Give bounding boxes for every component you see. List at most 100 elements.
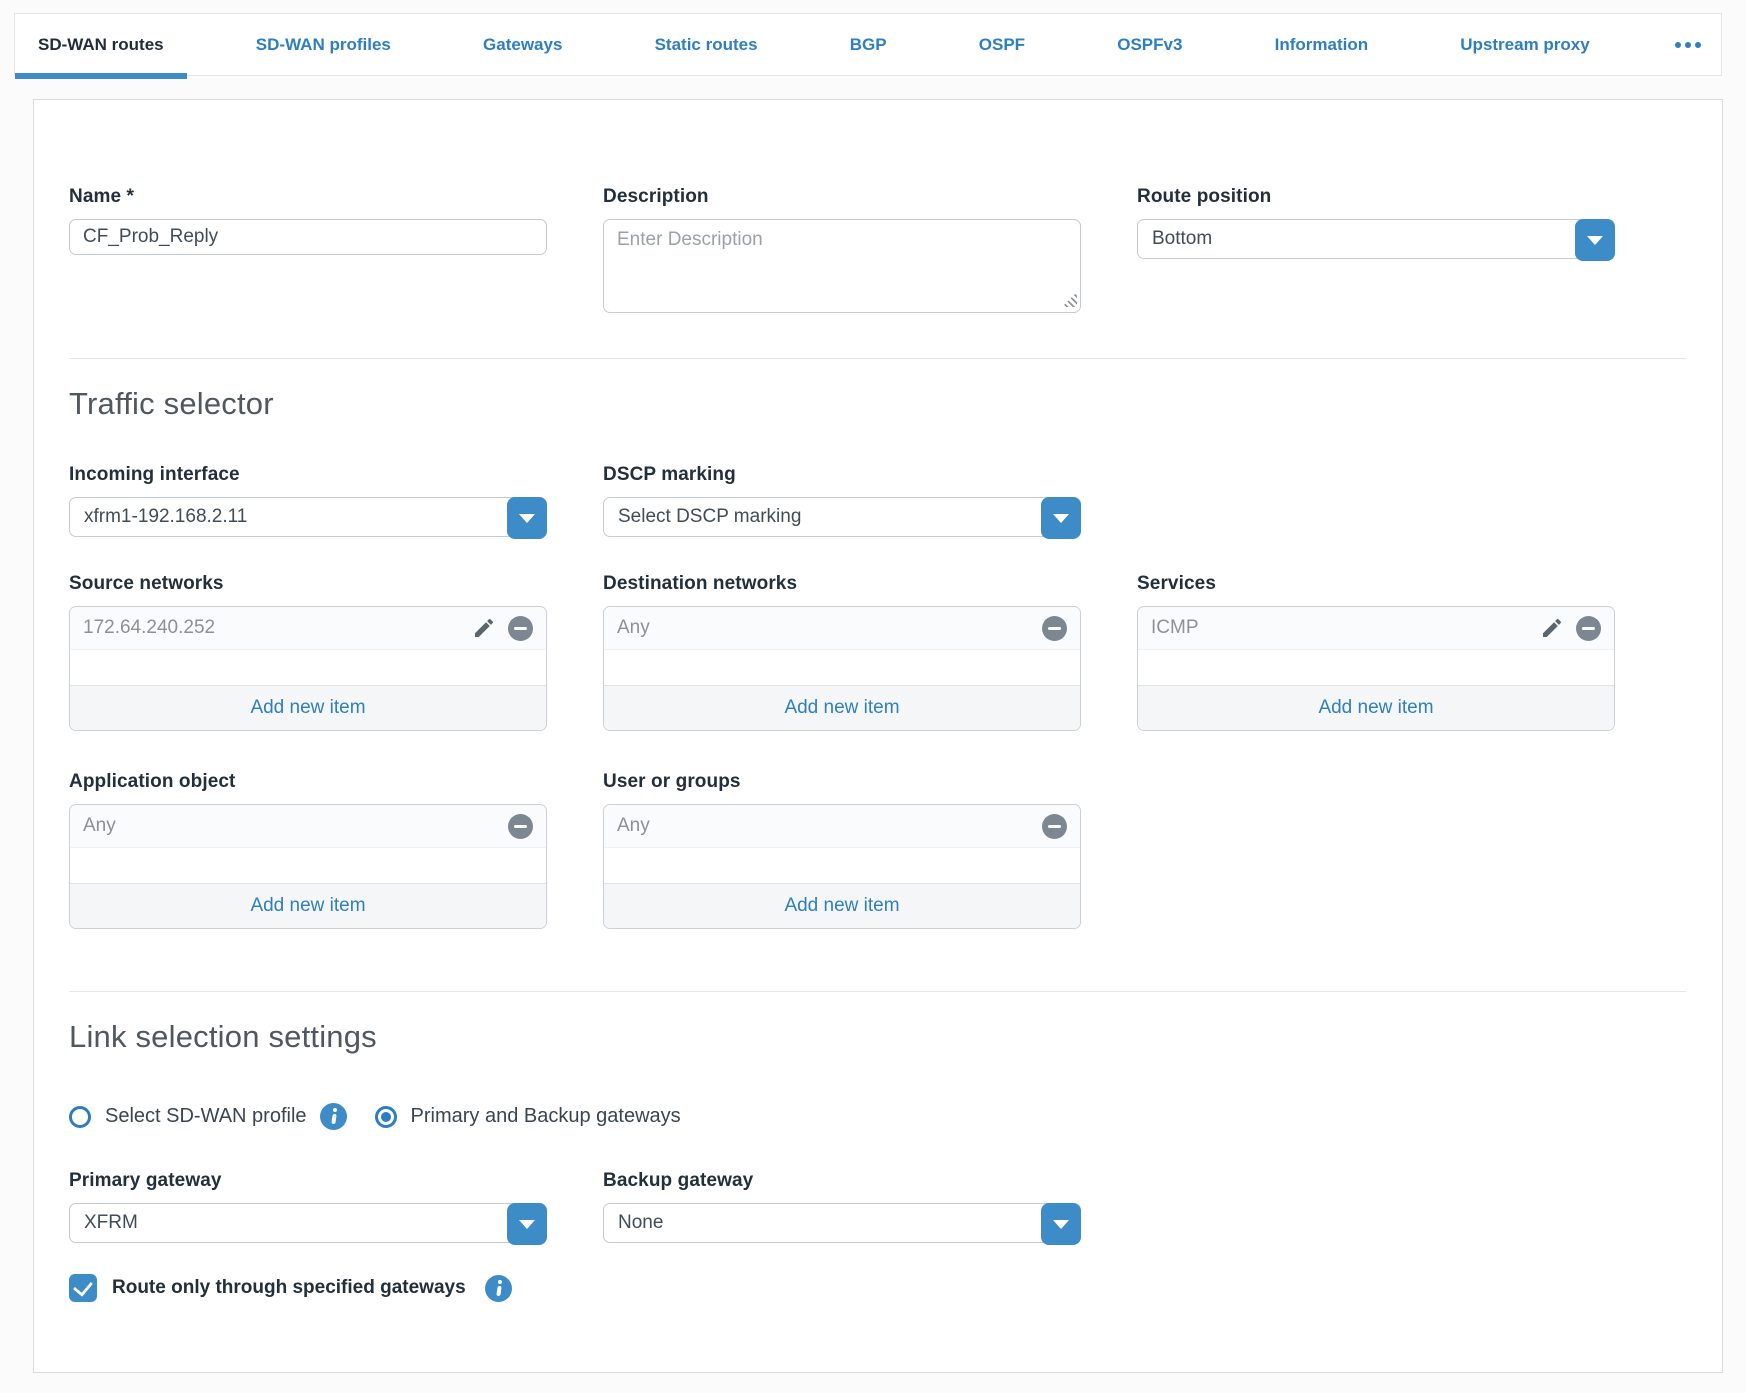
add-service-button[interactable]: Add new item <box>1138 685 1614 730</box>
source-networks-field-group: Source networks 172.64.240.252 Add new i… <box>69 573 547 731</box>
minus-circle-icon[interactable] <box>1576 616 1601 641</box>
list-item: Any <box>604 805 1080 848</box>
tab-upstream-proxy[interactable]: Upstream proxy <box>1437 14 1612 75</box>
route-position-value: Bottom <box>1152 220 1212 258</box>
primary-gateway-field-group: Primary gateway XFRM <box>69 1170 547 1243</box>
listbox-empty-area <box>70 848 546 883</box>
route-position-field-group: Route position Bottom <box>1137 186 1615 259</box>
route-position-select[interactable]: Bottom <box>1137 219 1615 259</box>
radio-select-sd-wan-profile[interactable]: Select SD-WAN profile <box>69 1105 307 1128</box>
primary-gateway-dropdown-button[interactable] <box>507 1203 547 1245</box>
tab-static-routes[interactable]: Static routes <box>632 14 781 75</box>
gateways-row: Primary gateway XFRM Backup gateway None <box>69 1170 1686 1243</box>
application-users-row: Application object Any Add new item User… <box>69 771 1686 929</box>
tab-bgp[interactable]: BGP <box>827 14 910 75</box>
route-only-checkbox-label: Route only through specified gateways <box>112 1277 466 1299</box>
list-item: Any <box>70 805 546 848</box>
application-object-label: Application object <box>69 771 547 793</box>
info-icon[interactable] <box>485 1275 512 1302</box>
backup-gateway-select[interactable]: None <box>603 1203 1081 1243</box>
incoming-interface-field-group: Incoming interface xfrm1-192.168.2.11 <box>69 464 547 537</box>
dscp-marking-field-group: DSCP marking Select DSCP marking <box>603 464 1081 537</box>
list-item: Any <box>604 607 1080 650</box>
tab-gateways[interactable]: Gateways <box>460 14 585 75</box>
route-only-checkbox-row: Route only through specified gateways <box>69 1274 1686 1302</box>
list-item-text: 172.64.240.252 <box>83 617 215 639</box>
user-groups-label: User or groups <box>603 771 1081 793</box>
traffic-selector-heading: Traffic selector <box>69 384 1686 424</box>
backup-gateway-dropdown-button[interactable] <box>1041 1203 1081 1245</box>
dscp-marking-value: Select DSCP marking <box>618 498 801 536</box>
tab-bar: SD-WAN routes SD-WAN profiles Gateways S… <box>14 13 1722 76</box>
listbox-empty-area <box>604 848 1080 883</box>
info-icon[interactable] <box>320 1103 347 1130</box>
more-tabs-button[interactable] <box>1659 14 1717 75</box>
tab-sd-wan-profiles[interactable]: SD-WAN profiles <box>233 14 414 75</box>
chevron-down-icon <box>1053 514 1069 523</box>
name-label: Name * <box>69 186 547 208</box>
description-field-group: Description <box>603 186 1081 313</box>
primary-gateway-label: Primary gateway <box>69 1170 547 1192</box>
services-field-group: Services ICMP Add new item <box>1137 573 1615 731</box>
minus-circle-icon[interactable] <box>1042 616 1067 641</box>
chevron-down-icon <box>1053 1220 1069 1229</box>
link-selection-radios: Select SD-WAN profile Primary and Backup… <box>69 1103 1686 1130</box>
add-application-object-button[interactable]: Add new item <box>70 883 546 928</box>
name-input[interactable] <box>69 219 547 255</box>
backup-gateway-value: None <box>618 1204 663 1242</box>
services-label: Services <box>1137 573 1615 595</box>
chevron-down-icon <box>1587 236 1603 245</box>
radio-label: Primary and Backup gateways <box>411 1105 681 1128</box>
minus-circle-icon[interactable] <box>508 616 533 641</box>
radio-button-icon[interactable] <box>69 1106 91 1128</box>
sd-wan-route-form: Name * Description Route position Bottom… <box>33 99 1723 1373</box>
route-only-checkbox[interactable] <box>69 1274 97 1302</box>
networks-row: Source networks 172.64.240.252 Add new i… <box>69 573 1686 731</box>
incoming-interface-select[interactable]: xfrm1-192.168.2.11 <box>69 497 547 537</box>
minus-circle-icon[interactable] <box>508 814 533 839</box>
tab-information[interactable]: Information <box>1252 14 1392 75</box>
services-listbox: ICMP Add new item <box>1137 606 1615 731</box>
interface-row: Incoming interface xfrm1-192.168.2.11 DS… <box>69 464 1686 537</box>
incoming-interface-label: Incoming interface <box>69 464 547 486</box>
backup-gateway-label: Backup gateway <box>603 1170 1081 1192</box>
backup-gateway-field-group: Backup gateway None <box>603 1170 1081 1243</box>
list-item-text: Any <box>617 617 650 639</box>
list-item-text: ICMP <box>1151 617 1199 639</box>
dscp-marking-dropdown-button[interactable] <box>1041 497 1081 539</box>
incoming-interface-value: xfrm1-192.168.2.11 <box>84 498 247 536</box>
listbox-empty-area <box>604 650 1080 685</box>
listbox-empty-area <box>1138 650 1614 685</box>
route-position-label: Route position <box>1137 186 1615 208</box>
tab-ospfv3[interactable]: OSPFv3 <box>1094 14 1205 75</box>
section-divider <box>69 991 1686 992</box>
primary-gateway-select[interactable]: XFRM <box>69 1203 547 1243</box>
listbox-empty-area <box>70 650 546 685</box>
source-networks-label: Source networks <box>69 573 547 595</box>
tab-sd-wan-routes[interactable]: SD-WAN routes <box>15 14 187 75</box>
list-item: ICMP <box>1138 607 1614 650</box>
add-user-group-button[interactable]: Add new item <box>604 883 1080 928</box>
add-destination-network-button[interactable]: Add new item <box>604 685 1080 730</box>
incoming-interface-dropdown-button[interactable] <box>507 497 547 539</box>
destination-networks-field-group: Destination networks Any Add new item <box>603 573 1081 731</box>
chevron-down-icon <box>519 1220 535 1229</box>
radio-button-icon[interactable] <box>375 1106 397 1128</box>
destination-networks-label: Destination networks <box>603 573 1081 595</box>
radio-primary-backup-gateways[interactable]: Primary and Backup gateways <box>375 1105 681 1128</box>
description-label: Description <box>603 186 1081 208</box>
pencil-icon[interactable] <box>1540 616 1564 640</box>
dscp-marking-select[interactable]: Select DSCP marking <box>603 497 1081 537</box>
user-groups-listbox: Any Add new item <box>603 804 1081 929</box>
list-item: 172.64.240.252 <box>70 607 546 650</box>
tab-ospf[interactable]: OSPF <box>956 14 1048 75</box>
route-position-dropdown-button[interactable] <box>1575 219 1615 261</box>
add-source-network-button[interactable]: Add new item <box>70 685 546 730</box>
pencil-icon[interactable] <box>472 616 496 640</box>
minus-circle-icon[interactable] <box>1042 814 1067 839</box>
radio-label: Select SD-WAN profile <box>105 1105 307 1128</box>
section-divider <box>69 358 1686 359</box>
user-groups-field-group: User or groups Any Add new item <box>603 771 1081 929</box>
list-item-text: Any <box>617 815 650 837</box>
description-textarea[interactable] <box>603 219 1081 313</box>
